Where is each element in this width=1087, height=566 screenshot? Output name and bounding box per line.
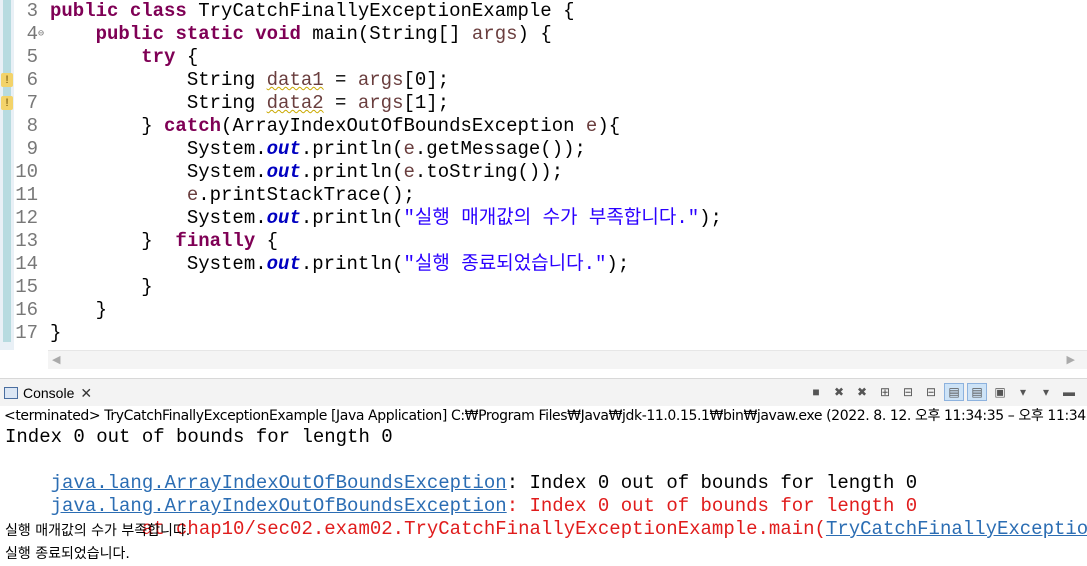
line-number: 7 (26, 92, 38, 114)
code-line[interactable]: 7 String data2 = args[1]; (0, 92, 1087, 115)
code-text: String data1 = args[0]; (50, 69, 450, 91)
console-output[interactable]: Index 0 out of bounds for length 0 java.… (0, 426, 1087, 566)
console-tab-label: Console (23, 385, 75, 401)
minimize-icon[interactable]: ▬ (1059, 383, 1079, 401)
code-text: } (50, 299, 108, 321)
display-console-icon[interactable]: ▾ (1013, 383, 1033, 401)
line-number: 15 (15, 276, 38, 298)
line-number: 5 (26, 46, 38, 68)
open-console-icon[interactable]: ▾ (1036, 383, 1056, 401)
code-text: } (50, 276, 153, 298)
line-number: 3 (26, 0, 38, 22)
console-view-header: Console ✕ ■ ✖ ✖ ⊞ ⊟ ⊟ ▤ ▤ ▣ ▾ ▾ ▬ (0, 378, 1087, 406)
console-icon (4, 387, 18, 399)
code-line[interactable]: 13 } finally { (0, 230, 1087, 253)
code-text: try { (141, 46, 199, 68)
code-line[interactable]: 15 } (0, 276, 1087, 299)
output-line: Index 0 out of bounds for length 0 (5, 426, 393, 448)
pin-console-icon[interactable]: ▣ (990, 383, 1010, 401)
code-text: e.printStackTrace(); (186, 184, 415, 206)
tab-console[interactable]: Console ✕ (4, 382, 92, 404)
output-line: java.lang.ArrayIndexOutOfBoundsException… (5, 449, 918, 494)
code-line[interactable]: 16 } (0, 299, 1087, 322)
close-icon[interactable]: ✕ (80, 385, 92, 402)
line-number: 12 (15, 207, 38, 229)
code-line[interactable]: 11 e.printStackTrace(); (0, 184, 1087, 207)
code-line[interactable]: 12 System.out.println("실행 매개값의 수가 부족합니다.… (0, 207, 1087, 230)
remove-launch-icon[interactable]: ✖ (829, 383, 849, 401)
code-line[interactable]: 3 public class TryCatchFinallyExceptionEx… (0, 0, 1087, 23)
code-line[interactable]: 4 ⊖ public static void main(String[] args… (0, 23, 1087, 46)
output-line: java.lang.ArrayIndexOutOfBoundsException… (5, 472, 918, 517)
code-line[interactable]: 8 } catch(ArrayIndexOutOfBoundsException… (0, 115, 1087, 138)
code-line[interactable]: 6 String data1 = args[0]; (0, 69, 1087, 92)
horizontal-scrollbar[interactable]: ◀ ▶ (48, 350, 1087, 369)
output-line: 실행 매개값의 수가 부족합니다. (5, 523, 191, 539)
code-text: System.out.println("실행 매개값의 수가 부족합니다."); (50, 207, 722, 229)
line-number: 14 (15, 253, 38, 275)
word-wrap-icon[interactable]: ⊟ (898, 383, 918, 401)
scroll-lock-icon[interactable]: ⊞ (875, 383, 895, 401)
launch-status: <terminated> TryCatchFinallyExceptionExa… (4, 408, 1087, 424)
output-line: at chap10/sec02.exam02.TryCatchFinallyEx… (5, 495, 1087, 540)
line-number: 16 (15, 299, 38, 321)
show-stdout-icon[interactable]: ▤ (944, 383, 964, 401)
line-number: 9 (26, 138, 38, 160)
output-line: 실행 종료되었습니다. (5, 546, 130, 562)
line-number: 8 (26, 115, 38, 137)
code-line[interactable]: 5 try { (0, 46, 1087, 69)
line-number: 6 (26, 69, 38, 91)
code-text: } catch(ArrayIndexOutOfBoundsException e… (50, 115, 621, 137)
scroll-left-icon[interactable]: ◀ (52, 353, 60, 366)
scroll-right-icon[interactable]: ▶ (1067, 353, 1075, 366)
line-number: 13 (15, 230, 38, 252)
remove-all-icon[interactable]: ✖ (852, 383, 872, 401)
line-number: 4 (26, 23, 38, 45)
code-text: public class TryCatchFinallyExceptionExa… (50, 0, 575, 22)
stack-frame-link[interactable]: TryCatchFinallyExceptionExample.java:6) (826, 518, 1087, 540)
code-text: public static void main(String[] args) { (95, 23, 552, 45)
line-number: 10 (15, 161, 38, 183)
line-number: 17 (15, 322, 38, 344)
code-editor[interactable]: ! ! 3 public class TryCatchFinallyExcepti… (0, 0, 1087, 372)
code-line[interactable]: 14 System.out.println("실행 종료되었습니다."); (0, 253, 1087, 276)
stop-icon[interactable]: ■ (806, 383, 826, 401)
code-line[interactable]: 9 System.out.println(e.getMessage()); (0, 138, 1087, 161)
line-number: 11 (15, 184, 38, 206)
code-line[interactable]: 10 System.out.println(e.toString()); (0, 161, 1087, 184)
code-text: System.out.println("실행 종료되었습니다."); (50, 253, 630, 275)
word-wrap-alt-icon[interactable]: ⊟ (921, 383, 941, 401)
code-line[interactable]: 17} (0, 322, 1087, 345)
fold-toggle-icon[interactable]: ⊖ (38, 23, 48, 46)
code-text: System.out.println(e.getMessage()); (50, 138, 586, 160)
show-stderr-icon[interactable]: ▤ (967, 383, 987, 401)
code-text: } finally { (50, 230, 279, 252)
code-text: String data2 = args[1]; (50, 92, 450, 114)
console-toolbar: ■ ✖ ✖ ⊞ ⊟ ⊟ ▤ ▤ ▣ ▾ ▾ ▬ (806, 383, 1079, 401)
code-text: } (50, 322, 62, 344)
code-text: System.out.println(e.toString()); (50, 161, 564, 183)
